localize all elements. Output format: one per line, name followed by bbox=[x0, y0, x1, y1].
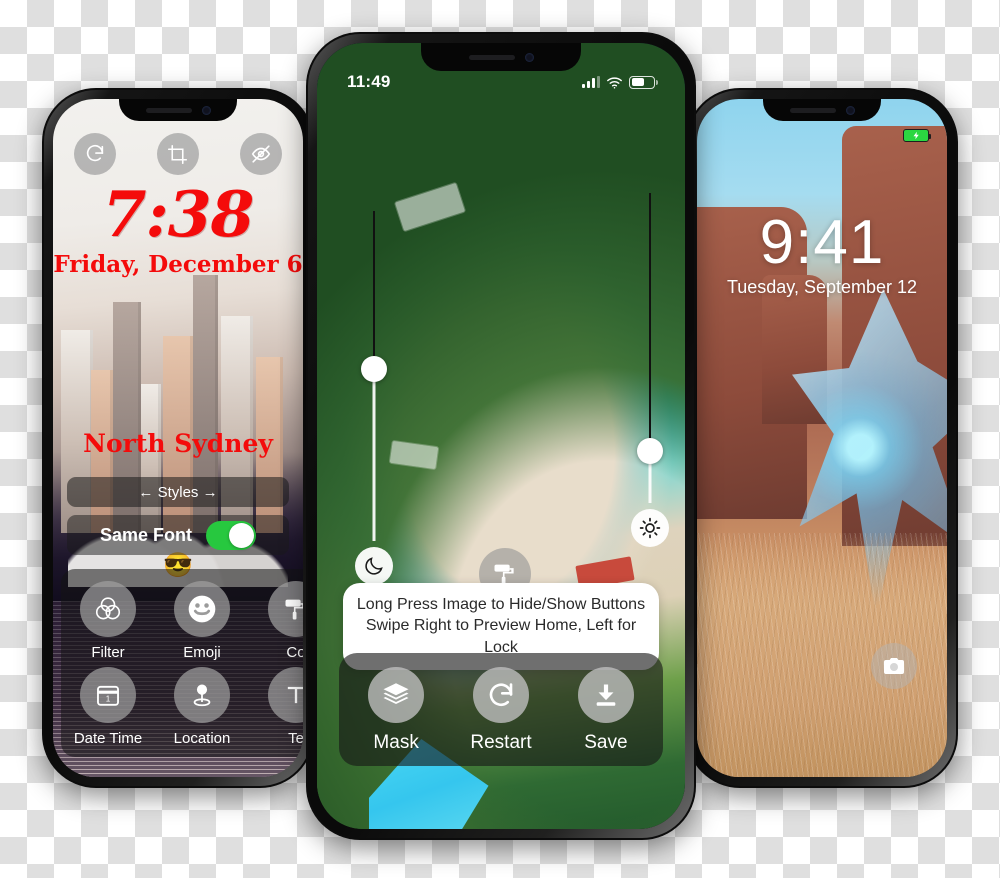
charging-battery-icon bbox=[903, 129, 931, 142]
tool-label: Te bbox=[288, 730, 303, 747]
tooltip-line-1: Long Press Image to Hide/Show Buttons bbox=[356, 596, 646, 613]
center-phone-mockup: 11:49 Long Press Image to Hide/Show Butt… bbox=[306, 32, 696, 840]
right-phone-screen: 9:41 Tuesday, September 12 bbox=[697, 99, 947, 777]
tool-label: Co bbox=[286, 644, 303, 661]
right-clock-date: Tuesday, September 12 bbox=[726, 277, 918, 297]
same-font-row[interactable]: Same Font bbox=[67, 515, 289, 555]
action-label: Mask bbox=[373, 732, 419, 753]
restart-icon bbox=[473, 667, 529, 723]
left-phone-screen: 7:38 Friday, December 6 North Sydney ← S… bbox=[53, 99, 303, 777]
right-phone-notch bbox=[763, 99, 881, 121]
left-tool-grid: Filter Emoji Co 1 Date Time Location Te bbox=[61, 569, 303, 757]
tool-label: Location bbox=[173, 730, 231, 747]
action-restart[interactable]: Restart bbox=[470, 667, 532, 754]
status-bar: 11:49 bbox=[317, 71, 685, 93]
rotate-icon[interactable] bbox=[73, 133, 116, 175]
tool-date-time[interactable]: 1 Date Time bbox=[61, 667, 155, 747]
status-bar-indicators bbox=[582, 75, 658, 89]
layers-icon bbox=[368, 667, 425, 723]
night-slider-thumb[interactable] bbox=[361, 356, 387, 383]
front-camera bbox=[845, 105, 855, 115]
tool-label: Filter bbox=[91, 644, 125, 661]
tool-label: Date Time bbox=[73, 730, 143, 747]
wifi-icon bbox=[607, 76, 622, 89]
text-icon bbox=[268, 667, 303, 723]
tool-filter[interactable]: Filter bbox=[61, 581, 155, 661]
same-font-toggle[interactable] bbox=[206, 520, 256, 550]
svg-text:1: 1 bbox=[106, 695, 111, 704]
brightness-slider-thumb[interactable] bbox=[637, 437, 663, 464]
left-clock-time: 7:38 bbox=[102, 177, 255, 251]
earpiece-speaker bbox=[145, 107, 192, 113]
tool-location[interactable]: Location bbox=[155, 667, 249, 747]
right-clock-time: 9:41 bbox=[759, 208, 885, 277]
smiley-icon bbox=[174, 581, 230, 637]
same-font-label: Same Font bbox=[99, 524, 192, 545]
center-phone-screen: 11:49 Long Press Image to Hide/Show Butt… bbox=[317, 43, 685, 829]
action-label: Restart bbox=[470, 732, 532, 753]
download-icon bbox=[577, 667, 634, 723]
status-bar-time: 11:49 bbox=[347, 72, 391, 91]
left-phone-mockup: 7:38 Friday, December 6 North Sydney ← S… bbox=[42, 88, 314, 788]
signal-bars-icon bbox=[582, 76, 600, 88]
front-camera bbox=[201, 105, 211, 115]
calendar-icon: 1 bbox=[80, 667, 136, 723]
crop-icon[interactable] bbox=[156, 133, 199, 175]
moon-icon[interactable] bbox=[355, 547, 393, 585]
left-clock-date: Friday, December 6 bbox=[53, 251, 303, 278]
venn-filter-icon bbox=[80, 581, 136, 637]
brightness-slider[interactable] bbox=[631, 193, 669, 547]
battery-icon bbox=[629, 75, 658, 89]
camera-button[interactable] bbox=[871, 643, 917, 689]
screenshot-stage: 7:38 Friday, December 6 North Sydney ← S… bbox=[0, 0, 1000, 878]
tool-text[interactable]: Te bbox=[249, 667, 303, 747]
center-action-bar: Mask Restart Save bbox=[339, 653, 663, 766]
tool-color[interactable]: Co bbox=[249, 581, 303, 661]
front-camera bbox=[524, 52, 534, 62]
tool-emoji[interactable]: Emoji bbox=[155, 581, 249, 661]
location-pin-icon bbox=[174, 667, 230, 723]
eye-slash-icon[interactable] bbox=[240, 133, 283, 175]
tooltip-line-2: Swipe Right to Preview Home, Left for Lo… bbox=[365, 617, 637, 656]
night-slider[interactable] bbox=[355, 211, 393, 585]
earpiece-speaker bbox=[468, 54, 515, 60]
paint-roller-icon bbox=[268, 581, 303, 637]
action-label: Save bbox=[584, 732, 628, 753]
styles-stepper[interactable]: ← Styles → bbox=[67, 477, 289, 507]
action-mask[interactable]: Mask bbox=[368, 667, 425, 754]
outrigger-boat bbox=[394, 183, 466, 232]
tool-label: Emoji bbox=[183, 644, 221, 661]
action-save[interactable]: Save bbox=[577, 667, 634, 754]
left-location-label: North Sydney bbox=[83, 429, 273, 458]
sun-icon[interactable] bbox=[631, 509, 669, 547]
left-top-toolbar bbox=[53, 133, 303, 175]
center-phone-notch bbox=[421, 43, 581, 71]
outrigger-boat bbox=[389, 440, 438, 469]
right-phone-mockup: 9:41 Tuesday, September 12 bbox=[686, 88, 958, 788]
left-phone-notch bbox=[119, 99, 237, 121]
styles-label: ← Styles → bbox=[138, 483, 218, 501]
earpiece-speaker bbox=[789, 107, 836, 113]
